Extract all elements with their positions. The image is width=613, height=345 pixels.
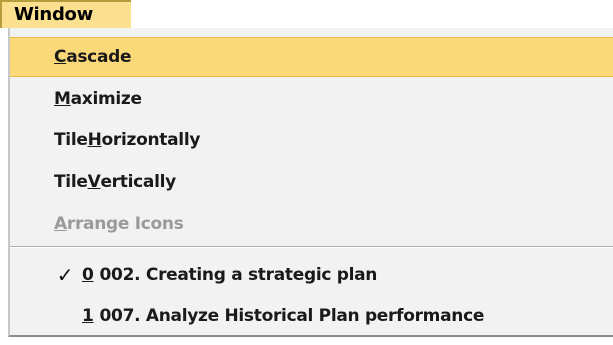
menu-item-tile-vertically[interactable]: Tile Vertically <box>10 162 613 202</box>
menu-item-cascade[interactable]: Cascade <box>10 37 613 77</box>
window-menu-label: Window <box>14 4 93 25</box>
window-menu[interactable]: Window <box>0 0 131 28</box>
menu-separator <box>10 246 613 248</box>
menu-item-tile-horizontally[interactable]: Tile Horizontally <box>10 120 613 160</box>
menu-item-arrange-icons: Arrange Icons <box>54 214 184 234</box>
menu-item-window-0[interactable]: ✓ 0 002. Creating a strategic plan <box>10 255 613 295</box>
menu-item-window-1[interactable]: 1 007. Analyze Historical Plan performanc… <box>10 296 613 336</box>
menu-item-maximize[interactable]: Maximize <box>10 79 613 119</box>
window-dropdown-menu: Cascade Maximize Tile Horizontally Tile … <box>8 28 613 337</box>
checkmark-icon: ✓ <box>56 263 74 287</box>
